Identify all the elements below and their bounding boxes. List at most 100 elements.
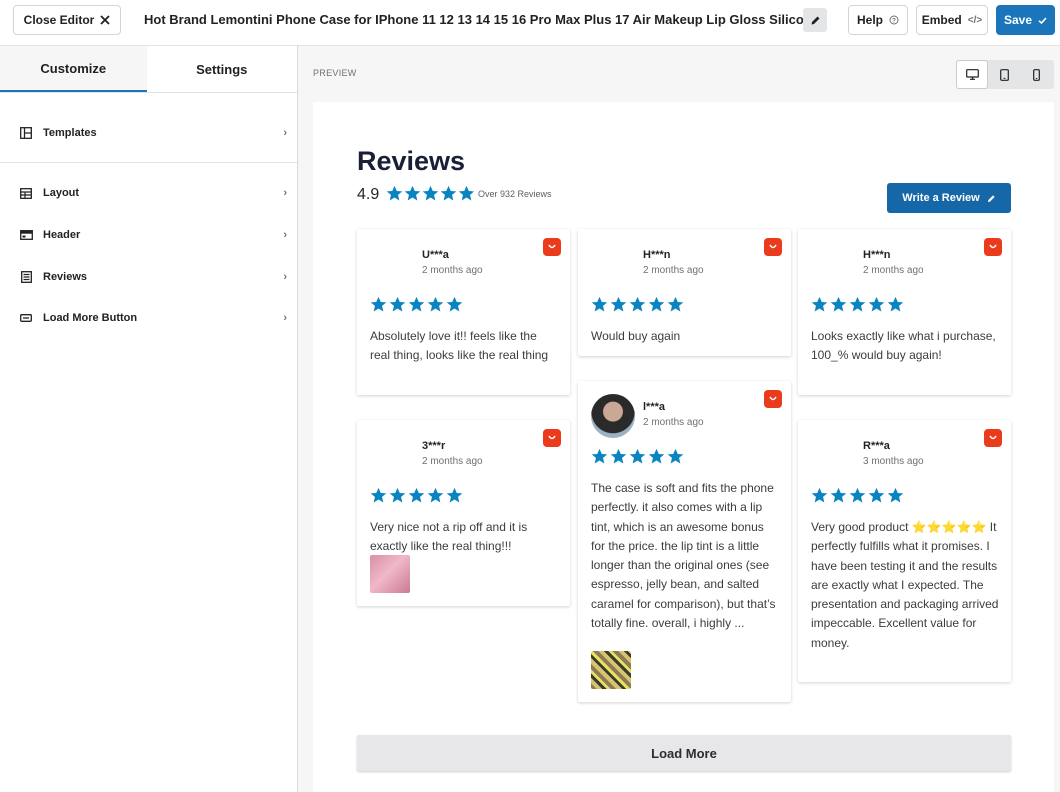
load-more-button[interactable]: Load More [357,735,1011,771]
sidebar-item-reviews[interactable]: Reviews › [0,259,297,295]
aliexpress-badge-icon [543,238,561,256]
review-text: Would buy again [591,329,681,343]
device-toggle [956,60,1054,89]
review-stars [591,448,684,465]
review-text: Very nice not a rip off and it is exactl… [370,520,528,554]
star-icon [446,487,463,503]
load-more-icon [19,311,33,325]
aliexpress-badge-icon [984,238,1002,256]
star-icon [629,296,646,312]
star-icon [458,185,475,201]
review-card: H***n 2 months ago Would buy again [578,229,791,356]
product-title: Hot Brand Lemontini Phone Case for IPhon… [144,12,819,27]
star-icon [629,448,646,464]
star-icon [440,185,457,201]
preview-label: PREVIEW [313,68,357,78]
edit-title-button[interactable] [803,8,827,32]
chevron-right-icon: › [283,187,287,199]
star-icon [868,487,885,503]
sidebar-item-label: Templates [43,127,97,139]
aliexpress-badge-icon [543,429,561,447]
chevron-right-icon: › [283,312,287,324]
review-date: 2 months ago [422,265,483,276]
sidebar-item-templates[interactable]: Templates › [0,115,297,151]
code-icon: </> [967,14,983,26]
review-date: 2 months ago [863,265,924,276]
star-icon [427,296,444,312]
close-icon [100,15,110,25]
star-icon [591,296,608,312]
desktop-icon [965,69,979,80]
reviewer-name: R***a [863,440,890,452]
review-text: Absolutely love it!! feels like the real… [370,329,549,363]
templates-icon [19,126,33,140]
review-photo[interactable] [370,555,410,593]
sidebar-item-layout[interactable]: Layout › [0,175,297,211]
sidebar-item-label: Header [43,229,81,241]
review-text: Looks exactly like what i purchase, 100_… [811,329,996,363]
svg-text:?: ? [892,17,896,24]
star-icon [648,296,665,312]
star-icon [404,185,421,201]
star-icon [427,487,444,503]
write-review-button[interactable]: Write a Review [887,183,1011,213]
star-icon [370,487,387,503]
reviewer-name: H***n [643,249,671,261]
star-icon [370,296,387,312]
pencil-icon [811,16,819,24]
sidebar-item-label: Reviews [43,271,88,283]
review-stars [370,487,463,504]
star-icon [811,296,828,312]
reviewer-name: l***a [643,401,666,413]
review-date: 2 months ago [422,456,483,467]
review-card: H***n 2 months ago Looks exactly like wh… [798,229,1011,395]
review-date: 3 months ago [863,456,924,467]
desktop-view-button[interactable] [956,60,988,89]
pencil-icon [987,194,995,202]
review-date: 2 months ago [643,265,704,276]
save-button[interactable]: Save [996,5,1055,35]
star-icon [849,296,866,312]
star-icon [887,296,904,312]
star-icon [422,185,439,201]
star-icon [868,296,885,312]
average-stars [386,185,475,202]
sidebar-item-load-more[interactable]: Load More Button › [0,300,297,336]
write-review-label: Write a Review [902,192,980,204]
tablet-icon [999,68,1009,81]
star-icon [648,448,665,464]
embed-button[interactable]: Embed </> [916,5,988,35]
review-card: l***a 2 months ago The case is soft and … [578,381,791,702]
tab-settings[interactable]: Settings [147,46,298,92]
tab-customize[interactable]: Customize [0,46,147,92]
star-icon [446,296,463,312]
sidebar-tabs: Customize Settings [0,46,297,93]
reviewer-name: H***n [863,249,891,261]
aliexpress-badge-icon [984,429,1002,447]
review-text: The case is soft and fits the phone perf… [591,481,776,631]
review-card: 3***r 2 months ago Very nice not a rip o… [357,420,570,606]
star-icon [667,448,684,464]
star-icon [610,448,627,464]
reviewer-name: U***a [422,249,449,261]
help-button[interactable]: Help ? [848,5,908,35]
reviewer-name: 3***r [422,440,446,452]
review-stars [370,296,463,313]
review-text: Very good product ⭐⭐⭐⭐⭐ It perfectly ful… [811,520,999,650]
sidebar-item-label: Load More Button [43,312,138,324]
question-circle-icon: ? [889,15,899,25]
sidebar-divider [0,162,297,163]
close-editor-button[interactable]: Close Editor [13,5,121,35]
star-icon [830,296,847,312]
review-card: U***a 2 months ago Absolutely love it!! … [357,229,570,395]
mobile-view-button[interactable] [1020,60,1052,89]
tablet-view-button[interactable] [988,60,1020,89]
reviews-title: Reviews [357,146,466,176]
review-photo[interactable] [591,651,631,689]
review-stars [591,296,684,313]
review-stars [811,487,904,504]
sidebar-item-label: Layout [43,187,80,199]
review-date: 2 months ago [643,417,704,428]
sidebar: Customize Settings Templates › Layout › … [0,46,298,792]
sidebar-item-header[interactable]: Header › [0,217,297,253]
